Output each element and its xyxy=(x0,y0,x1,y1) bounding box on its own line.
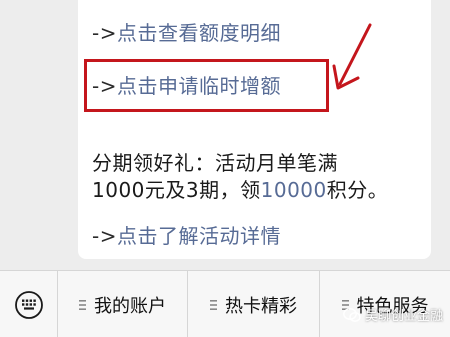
menu-label: 热卡精彩 xyxy=(225,295,297,317)
promo-text-line1: 分期领好礼：活动月单笔满 xyxy=(92,151,338,175)
promo-text-post: 积分。 xyxy=(326,178,389,202)
keyboard-toggle-button[interactable] xyxy=(0,271,58,337)
menu-lines-icon xyxy=(79,299,86,310)
arrow-prefix: -> xyxy=(92,21,117,45)
highlight-box xyxy=(84,59,329,112)
arrow-prefix: -> xyxy=(92,224,117,248)
link-text[interactable]: 点击了解活动详情 xyxy=(117,224,281,248)
promo-text-pre: 1000元及3期，领 xyxy=(92,178,261,202)
menu-label: 我的账户 xyxy=(94,295,166,317)
menu-my-account[interactable]: 我的账户 xyxy=(58,271,188,337)
watermark-text: 吴聊创业金融 xyxy=(365,309,444,324)
watermark: 吴聊创业金融 xyxy=(343,305,443,324)
link-quota-details[interactable]: ->点击查看额度明细 xyxy=(92,17,281,46)
chat-screen: ->点击查看额度明细 ->点击申请临时增额 分期领好礼：活动月单笔满 1000元… xyxy=(0,0,450,337)
chat-bubble-icon xyxy=(343,307,361,322)
promo-points: 10000 xyxy=(260,178,327,202)
menu-special-services[interactable]: 特色服务 xyxy=(320,271,450,337)
menu-lines-icon xyxy=(210,299,217,310)
menu-hot-card[interactable]: 热卡精彩 xyxy=(188,271,320,337)
bottom-menu-bar: 我的账户 热卡精彩 特色服务 xyxy=(0,270,450,337)
link-activity-details[interactable]: ->点击了解活动详情 xyxy=(92,220,281,249)
pointer-arrow-icon xyxy=(332,23,372,90)
link-text[interactable]: 点击查看额度明细 xyxy=(117,21,281,45)
keyboard-icon[interactable] xyxy=(14,290,44,320)
promo-text-line2: 1000元及3期，领10000积分。 xyxy=(92,174,388,203)
